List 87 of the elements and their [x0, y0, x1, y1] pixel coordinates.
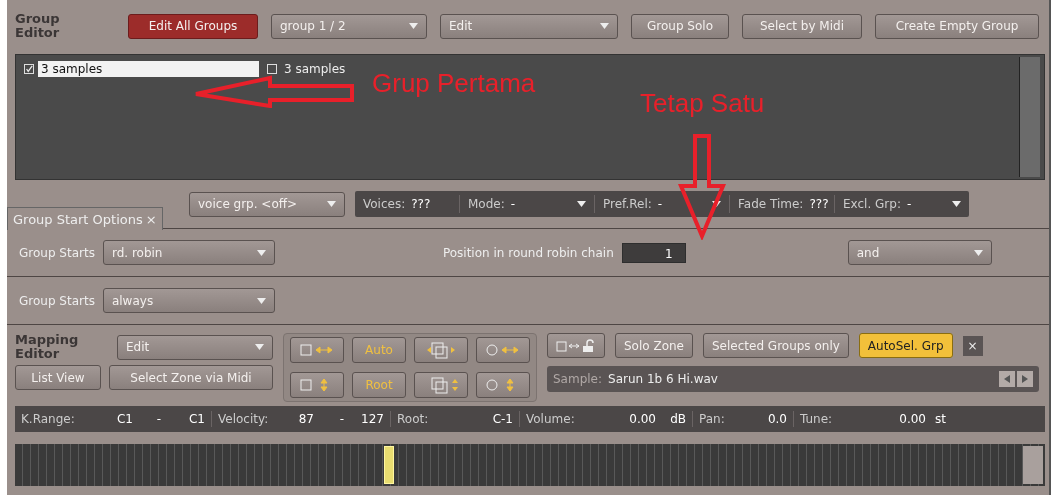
dropdown[interactable]: and — [847, 240, 992, 265]
toolbar-button[interactable]: Edit All Groups — [128, 13, 258, 39]
caret-icon — [256, 249, 266, 256]
caret-icon — [327, 201, 336, 207]
sample-name: Sarun 1b 6 Hi.wav — [608, 372, 718, 386]
tab[interactable]: Group Start Options × — [7, 207, 163, 230]
caret-icon — [952, 201, 961, 207]
checked-checkbox[interactable] — [24, 64, 34, 74]
auto-button[interactable]: Auto — [352, 337, 406, 363]
zone-width-icon[interactable] — [290, 337, 344, 363]
position-label: Position in round robin chain — [442, 245, 614, 260]
field-label: Excl. Grp: — [843, 197, 901, 211]
root-button[interactable]: Root — [352, 371, 406, 398]
checkbox[interactable] — [267, 64, 277, 74]
overlap-icon[interactable] — [414, 371, 468, 398]
position-field[interactable]: 1 — [621, 242, 686, 263]
dropdown[interactable]: Edit — [117, 334, 273, 360]
row-label: Group Starts — [19, 245, 95, 260]
info-value: 87 — [297, 412, 314, 426]
info-value: 0.00 — [898, 412, 926, 426]
caret-icon — [577, 201, 586, 207]
info-value: 0.0 — [766, 412, 787, 426]
caret-icon — [255, 344, 264, 350]
list-view-button[interactable]: List View — [15, 365, 101, 390]
info-value: 127 — [360, 412, 384, 426]
panel-title: Mapping Editor — [15, 333, 80, 361]
group-name[interactable]: 3 samples — [281, 61, 349, 77]
group-name[interactable]: 3 samples — [38, 61, 259, 77]
panel-title: Group Editor — [15, 12, 61, 40]
toolbar-button[interactable]: AutoSel. Grp — [858, 333, 953, 358]
info-value: 0.00 — [628, 412, 656, 426]
field-label: Pref.Rel: — [603, 197, 652, 211]
field-value[interactable]: ??? — [809, 197, 829, 211]
field-label: Fade Time: — [738, 197, 804, 211]
close-icon[interactable]: × — [145, 211, 157, 227]
zone-height-icon[interactable] — [290, 371, 344, 398]
arrow-icon — [678, 134, 728, 240]
key-width-icon[interactable] — [476, 337, 530, 363]
close-button[interactable]: × — [962, 335, 983, 356]
caret-icon — [712, 201, 721, 207]
annotation-text: Grup Pertama — [372, 68, 536, 99]
field-label: Voices: — [363, 197, 406, 211]
key-strip[interactable] — [15, 444, 1045, 486]
next-icon[interactable] — [1017, 371, 1033, 387]
toolbar-button[interactable]: Group Solo — [631, 13, 729, 39]
info-label: Root: — [397, 412, 430, 426]
key-height-icon[interactable] — [476, 371, 530, 398]
select-zone-button[interactable]: Select Zone via Midi — [109, 365, 273, 390]
toolbar-button[interactable]: Select by Midi — [742, 13, 862, 39]
info-value: dB — [669, 412, 686, 426]
info-value: C1 — [116, 412, 133, 426]
info-label: Pan: — [699, 412, 726, 426]
annotation-text: Tetap Satu — [640, 88, 765, 119]
info-value: - — [338, 412, 344, 426]
info-value: C-1 — [491, 412, 513, 426]
info-value: - — [155, 412, 161, 426]
dropdown[interactable]: voice grp. <off> — [189, 191, 345, 217]
previous-icon[interactable] — [999, 371, 1015, 387]
field-value[interactable]: - — [657, 197, 663, 211]
caret-icon — [973, 249, 983, 256]
info-label: Volume: — [526, 412, 576, 426]
caret-icon — [256, 297, 266, 304]
scrollbar[interactable] — [1019, 57, 1040, 177]
dropdown[interactable]: always — [102, 288, 275, 313]
caret-icon — [409, 23, 418, 29]
info-value: st — [934, 412, 946, 426]
field-value[interactable]: - — [510, 197, 516, 211]
dropdown[interactable]: group 1 / 2 — [271, 13, 427, 39]
caret-icon — [600, 23, 609, 29]
toolbar-button[interactable]: Selected Groups only — [703, 333, 849, 358]
info-value: C1 — [188, 412, 205, 426]
toolbar-button[interactable]: Solo Zone — [615, 333, 693, 358]
info-label: Tune: — [800, 412, 834, 426]
dropdown[interactable]: Edit — [440, 13, 618, 39]
field-label: Mode: — [468, 197, 505, 211]
lock-icon[interactable] — [547, 333, 605, 358]
info-label: K.Range: — [21, 412, 76, 426]
zone-marker[interactable] — [384, 446, 394, 484]
info-label: Velocity: — [218, 412, 270, 426]
field-value[interactable]: - — [906, 197, 912, 211]
row-label: Group Starts — [19, 293, 95, 308]
sample-label: Sample: — [553, 372, 603, 386]
scroll-thumb[interactable] — [1023, 446, 1043, 484]
dropdown[interactable]: rd. robin — [102, 240, 275, 265]
field-value[interactable]: ??? — [411, 197, 431, 211]
toolbar-button[interactable]: Create Empty Group — [875, 13, 1039, 39]
overlap-icon[interactable] — [414, 337, 468, 363]
